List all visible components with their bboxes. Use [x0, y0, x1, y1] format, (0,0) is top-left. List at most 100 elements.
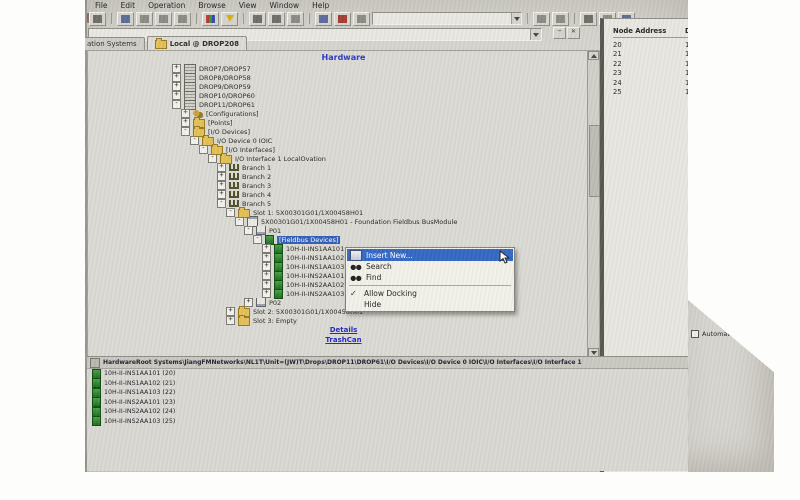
- view-icon[interactable]: [552, 12, 569, 26]
- export-icon[interactable]: [287, 12, 304, 26]
- list-item[interactable]: 10H-II-INS1AA101 (20): [87, 369, 688, 379]
- menubar-edit[interactable]: Edit: [121, 1, 136, 10]
- table-row[interactable]: 2210H-II-INS1AA103: [613, 59, 688, 69]
- tree-item[interactable]: +10H-II-INS2AA101: [88, 271, 599, 280]
- expander-icon[interactable]: -: [172, 100, 181, 109]
- tree-item[interactable]: +Branch 1: [88, 163, 599, 172]
- list-item[interactable]: 10H-II-INS2AA102 (24): [87, 407, 688, 417]
- list-item[interactable]: 10H-II-INS2AA103 (25): [87, 417, 688, 427]
- list-item[interactable]: 10H-II-INS1AA103 (22): [87, 388, 688, 398]
- expander-icon[interactable]: -: [253, 235, 262, 244]
- tree-item[interactable]: +10H-II-INS2AA102: [88, 280, 599, 289]
- expander-icon[interactable]: +: [226, 316, 235, 325]
- refresh-icon[interactable]: [353, 12, 370, 26]
- column-device[interactable]: Device: [685, 27, 688, 35]
- tree-item[interactable]: +Branch 2: [88, 172, 599, 181]
- expander-icon[interactable]: -: [208, 154, 217, 163]
- tree-item[interactable]: -Slot 1: 5X00301G01/1X00458H01: [88, 208, 599, 217]
- menubar-operation[interactable]: Operation: [148, 1, 185, 10]
- expander-icon[interactable]: +: [244, 298, 253, 307]
- delete-icon[interactable]: [334, 12, 351, 26]
- scrollbar-thumb[interactable]: [589, 125, 600, 197]
- tree-item[interactable]: +P02: [88, 298, 599, 307]
- tree-item[interactable]: +Branch 3: [88, 181, 599, 190]
- tree-item-fieldbus-devices[interactable]: -[Fieldbus Devices]: [88, 235, 599, 244]
- list-item[interactable]: 10H-II-INS2AA101 (23): [87, 398, 688, 408]
- scroll-up-icon[interactable]: [588, 51, 599, 60]
- menu-item-allow-docking[interactable]: Allow Docking: [347, 288, 513, 299]
- menubar-view[interactable]: View: [239, 1, 257, 10]
- expander-icon[interactable]: -: [226, 208, 235, 217]
- expander-icon[interactable]: -: [235, 217, 244, 226]
- expander-icon[interactable]: -: [190, 136, 199, 145]
- tree-item[interactable]: +DROP7/DROP57: [88, 64, 599, 73]
- expander-icon[interactable]: -: [199, 145, 208, 154]
- list-item[interactable]: 10H-II-INS1AA102 (21): [87, 379, 688, 389]
- trashcan-link[interactable]: TrashCan: [88, 335, 599, 345]
- menubar-help[interactable]: Help: [312, 1, 329, 10]
- table-row[interactable]: 2410H-II-INS2AA102: [613, 78, 688, 88]
- filter-icon[interactable]: [221, 12, 238, 26]
- expander-icon[interactable]: +: [262, 289, 271, 298]
- window-icon[interactable]: [580, 12, 597, 26]
- auto-refresh-checkbox[interactable]: [691, 330, 699, 338]
- expander-icon[interactable]: -: [244, 226, 253, 235]
- menubar-window[interactable]: Window: [270, 1, 300, 10]
- menubar-browse[interactable]: Browse: [198, 1, 225, 10]
- expander-icon[interactable]: -: [217, 199, 226, 208]
- tree-item[interactable]: +DROP10/DROP60: [88, 91, 599, 100]
- tree-item[interactable]: +Slot 2: 5X00301G01/1X00458H01: [88, 307, 599, 316]
- tree-item[interactable]: +10H-II-INS1AA103: [88, 262, 599, 271]
- menu-item-hide[interactable]: Hide: [347, 299, 513, 310]
- tree-item[interactable]: -DROP11/DROP61: [88, 100, 599, 109]
- find-icon[interactable]: [533, 12, 550, 26]
- tree-item[interactable]: -[I/O Interfaces]: [88, 145, 599, 154]
- expander-icon[interactable]: -: [181, 127, 190, 136]
- paste-icon[interactable]: [174, 12, 191, 26]
- select-icon[interactable]: [315, 12, 332, 26]
- menu-item-find[interactable]: Find: [347, 272, 513, 283]
- toolbar-combobox[interactable]: [372, 12, 522, 25]
- undo-icon[interactable]: [117, 12, 134, 26]
- open-icon[interactable]: [249, 12, 266, 26]
- table-row[interactable]: 2110H-II-INS1AA102: [613, 50, 688, 60]
- tree-item[interactable]: +[Configurations]: [88, 109, 599, 118]
- bottom-panel-header[interactable]: HardwareRoot Systems\JiangFMNetworks\NL1…: [87, 357, 688, 369]
- minimize-button[interactable]: ─: [553, 27, 566, 39]
- chevron-down-icon[interactable]: [530, 29, 541, 40]
- tree-item[interactable]: +[Points]: [88, 118, 599, 127]
- tree-item[interactable]: +DROP8/DROP58: [88, 73, 599, 82]
- copy-icon[interactable]: [155, 12, 172, 26]
- column-node-address[interactable]: Node Address: [613, 27, 685, 35]
- tab-systems[interactable]: ation Systems: [85, 37, 145, 50]
- tab-local-drop208[interactable]: Local @ DROP208: [147, 36, 247, 50]
- menu-item-search[interactable]: Search: [347, 261, 513, 272]
- close-button[interactable]: ✕: [567, 27, 580, 39]
- tree-item-label: I/O Interface 1 LocalOvation: [235, 155, 326, 163]
- tree-item[interactable]: -I/O Device 0 IOIC: [88, 136, 599, 145]
- palette-icon[interactable]: [202, 12, 219, 26]
- details-link[interactable]: Details: [88, 325, 599, 335]
- tree-item[interactable]: +10H-II-INS1AA101: [88, 244, 599, 253]
- table-row[interactable]: 2310H-II-INS2AA101: [613, 69, 688, 79]
- tree-item[interactable]: -[I/O Devices]: [88, 127, 599, 136]
- menubar-file[interactable]: File: [95, 1, 108, 10]
- tree-item[interactable]: -P01: [88, 226, 599, 235]
- cut-icon[interactable]: [136, 12, 153, 26]
- mouse-cursor-icon: [499, 249, 511, 268]
- tree-item[interactable]: +Slot 3: Empty: [88, 316, 599, 325]
- scrollbar-track[interactable]: [587, 51, 599, 357]
- tree-item[interactable]: -Branch 5: [88, 199, 599, 208]
- chevron-down-icon[interactable]: [511, 13, 521, 24]
- table-row[interactable]: 2510H-II-INS2AA103: [613, 88, 688, 98]
- printer-icon[interactable]: [89, 12, 106, 26]
- table-row[interactable]: 2010H-II-INS1AA101: [613, 40, 688, 50]
- save-icon[interactable]: [268, 12, 285, 26]
- menu-item-insert-new[interactable]: Insert New...: [347, 249, 513, 261]
- tree-item[interactable]: -5X00301G01/1X00458H01 - Foundation Fiel…: [88, 217, 599, 226]
- tree-item[interactable]: - I/O Interface 1 LocalOvation: [88, 154, 599, 163]
- tree-item[interactable]: +10H-II-INS2AA103: [88, 289, 599, 298]
- tree-item[interactable]: +DROP9/DROP59: [88, 82, 599, 91]
- tree-item[interactable]: +10H-II-INS1AA102: [88, 253, 599, 262]
- tree-item[interactable]: +Branch 4: [88, 190, 599, 199]
